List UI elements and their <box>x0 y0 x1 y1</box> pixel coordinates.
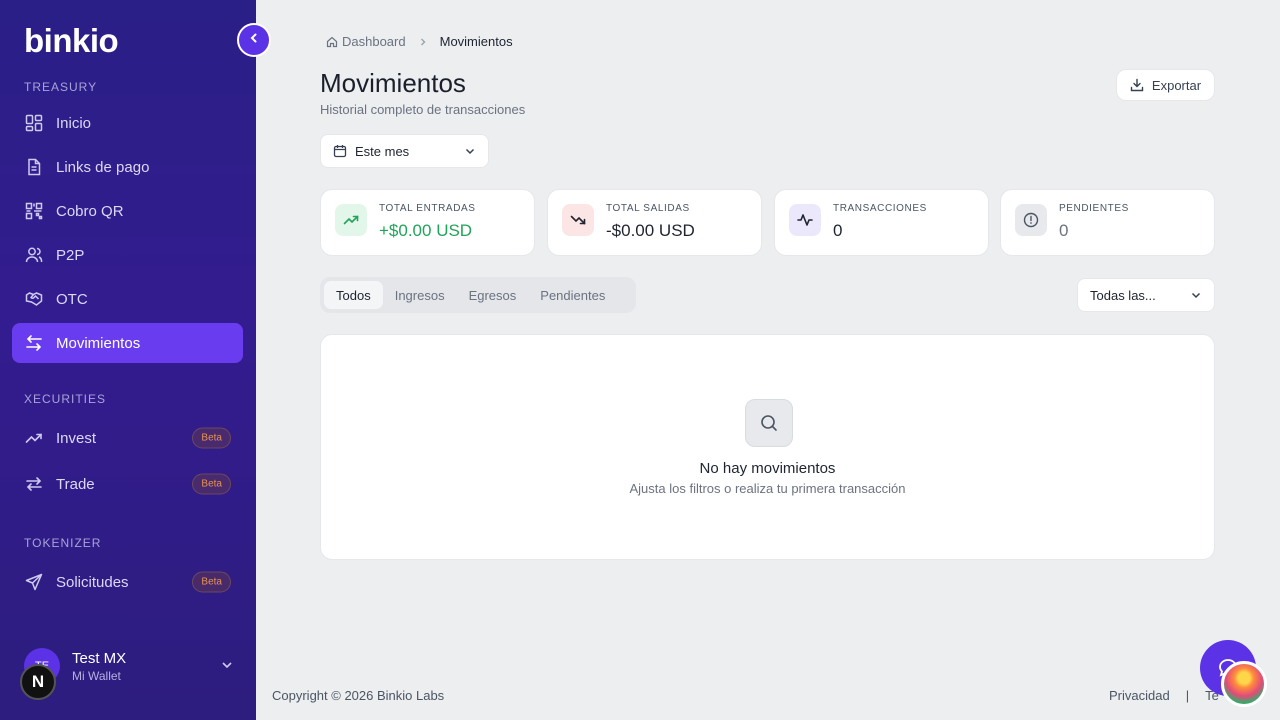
tab-egresos[interactable]: Egresos <box>457 281 529 309</box>
sidebar-item-label: Cobro QR <box>56 202 124 220</box>
beta-badge: Beta <box>192 571 231 593</box>
stat-label: PENDIENTES <box>1059 203 1129 214</box>
users-icon <box>24 245 44 265</box>
chevron-left-icon <box>248 31 260 49</box>
section-label-tokenizer: TOKENIZER <box>24 536 102 550</box>
stat-value: 0 <box>1059 221 1069 240</box>
user-name: Test MX <box>72 650 127 667</box>
tab-pendientes[interactable]: Pendientes <box>528 281 617 309</box>
tab-todos[interactable]: Todos <box>324 281 383 309</box>
section-label-treasury: TREASURY <box>24 80 98 94</box>
sidebar-item-label: Links de pago <box>56 158 150 176</box>
sidebar-item-label: Movimientos <box>56 334 141 352</box>
sidebar: binkio TREASURY Inicio Links de pago Cob… <box>0 0 256 720</box>
sidebar-item-label: Invest <box>56 429 97 447</box>
type-filter-select[interactable]: Todas las... <box>1077 278 1215 312</box>
filter-value: Todas las... <box>1090 287 1156 303</box>
stat-label: TOTAL SALIDAS <box>606 203 690 214</box>
sidebar-item-invest[interactable]: Invest Beta <box>12 418 243 458</box>
sidebar-item-label: Trade <box>56 475 95 493</box>
stat-card-total-salidas: TOTAL SALIDAS -$0.00 USD <box>547 189 762 256</box>
tab-ingresos[interactable]: Ingresos <box>383 281 457 309</box>
assistant-avatar[interactable] <box>1221 661 1267 707</box>
sidebar-item-label: P2P <box>56 246 85 264</box>
arrows-icon <box>24 333 44 353</box>
sidebar-item-label: OTC <box>56 290 88 308</box>
page-title: Movimientos <box>320 68 466 98</box>
stat-label: TRANSACCIONES <box>833 203 927 214</box>
brand-logo[interactable]: binkio <box>24 22 119 60</box>
section-label-xecurities: XECURITIES <box>24 392 107 406</box>
chevron-down-icon <box>464 145 476 157</box>
footer-links: Privacidad | Te <box>1109 688 1219 703</box>
sidebar-item-otc[interactable]: OTC <box>12 279 243 319</box>
breadcrumb: Dashboard Movimientos <box>326 34 513 49</box>
stat-value: +$0.00 USD <box>379 221 473 240</box>
alert-circle-icon <box>1015 204 1047 236</box>
nextjs-dev-badge[interactable]: N <box>20 664 56 700</box>
period-value: Este mes <box>355 143 410 159</box>
sidebar-item-label: Solicitudes <box>56 573 129 591</box>
sidebar-item-links-de-pago[interactable]: Links de pago <box>12 147 243 187</box>
stat-card-transacciones: TRANSACCIONES 0 <box>774 189 989 256</box>
grid-icon <box>24 113 44 133</box>
sidebar-item-p2p[interactable]: P2P <box>12 235 243 275</box>
activity-icon <box>789 204 821 236</box>
footer-link-privacidad[interactable]: Privacidad <box>1109 688 1170 703</box>
empty-state-title: No hay movimientos <box>699 460 836 477</box>
calendar-icon <box>333 144 347 158</box>
qr-icon <box>24 201 44 221</box>
trending-down-icon <box>562 204 594 236</box>
period-select[interactable]: Este mes <box>320 134 489 168</box>
chevron-right-icon <box>418 37 428 47</box>
search-icon <box>745 399 793 447</box>
sidebar-item-cobro-qr[interactable]: Cobro QR <box>12 191 243 231</box>
sidebar-item-trade[interactable]: Trade Beta <box>12 464 243 504</box>
sidebar-item-solicitudes[interactable]: Solicitudes Beta <box>12 562 243 602</box>
stat-value: 0 <box>833 221 843 240</box>
chevron-down-icon[interactable] <box>220 658 234 677</box>
stat-value: -$0.00 USD <box>606 221 695 240</box>
breadcrumb-current: Movimientos <box>439 34 513 49</box>
handshake-icon <box>24 289 44 309</box>
send-icon <box>24 572 44 592</box>
stat-card-total-entradas: TOTAL ENTRADAS +$0.00 USD <box>320 189 535 256</box>
transactions-panel: No hay movimientos Ajusta los filtros o … <box>320 334 1215 560</box>
empty-state-subtitle: Ajusta los filtros o realiza tu primera … <box>629 481 906 496</box>
user-wallet: Mi Wallet <box>72 669 121 683</box>
beta-badge: Beta <box>192 473 231 495</box>
swap-icon <box>24 474 44 494</box>
trending-up-icon <box>24 428 44 448</box>
sidebar-item-inicio[interactable]: Inicio <box>12 103 243 143</box>
export-label: Exportar <box>1151 77 1202 93</box>
sidebar-item-label: Inicio <box>56 114 92 132</box>
beta-badge: Beta <box>192 427 231 449</box>
document-icon <box>24 157 44 177</box>
sidebar-item-movimientos[interactable]: Movimientos <box>12 323 243 363</box>
footer-separator: | <box>1185 688 1190 703</box>
export-button[interactable]: Exportar <box>1116 69 1215 101</box>
trending-up-icon <box>335 204 367 236</box>
stat-label: TOTAL ENTRADAS <box>379 203 476 214</box>
page-subtitle: Historial completo de transacciones <box>320 102 526 117</box>
chevron-down-icon <box>1190 289 1202 301</box>
download-icon <box>1130 78 1144 92</box>
footer-copyright: Copyright © 2026 Binkio Labs <box>272 688 445 703</box>
home-icon <box>326 36 338 48</box>
filter-tabs: Todos Ingresos Egresos Pendientes <box>320 277 636 313</box>
stat-card-pendientes: PENDIENTES 0 <box>1000 189 1215 256</box>
breadcrumb-dashboard[interactable]: Dashboard <box>342 34 406 49</box>
collapse-sidebar-button[interactable] <box>237 23 271 57</box>
